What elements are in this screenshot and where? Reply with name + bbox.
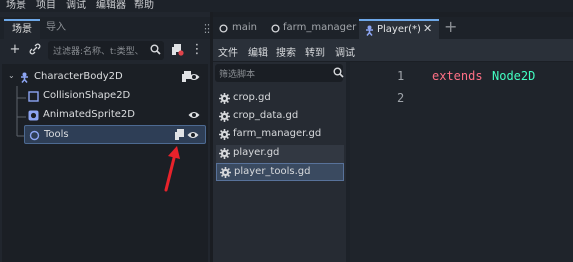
gear-icon: [219, 111, 230, 122]
menu-project[interactable]: 项目: [36, 0, 56, 11]
attach-script-icon[interactable]: [170, 43, 184, 57]
menu-scene[interactable]: 场景: [6, 0, 26, 11]
tree-row-animatedsprite2d[interactable]: AnimatedSprite2D: [6, 106, 206, 125]
tab-main[interactable]: main: [219, 19, 267, 39]
script-menu-goto[interactable]: 转到: [305, 44, 325, 59]
script-item-label: crop_data.gd: [233, 110, 299, 121]
collision-shape-icon: [28, 91, 39, 102]
script-item-player[interactable]: player.gd: [216, 145, 344, 163]
character-body-icon: [21, 72, 28, 83]
tab-import[interactable]: 导入: [38, 19, 74, 39]
tree-label: CollisionShape2D: [43, 90, 131, 101]
tab-farm-manager[interactable]: farm_manager: [271, 19, 357, 39]
search-icon: [333, 67, 344, 81]
link-icon[interactable]: [28, 43, 42, 57]
animated-sprite-icon: [28, 110, 39, 121]
menu-debug[interactable]: 调试: [66, 0, 86, 11]
annotation-arrow-icon: [164, 146, 180, 192]
tab-label: main: [232, 22, 257, 33]
close-tab-icon[interactable]: ✕: [423, 20, 432, 38]
gear-icon: [219, 148, 230, 159]
menu-bar: 场景 项目 调试 编辑器 帮助: [0, 0, 573, 12]
tab-label: Player(*): [377, 24, 421, 35]
visibility-eye-icon[interactable]: [188, 71, 200, 83]
script-item-label: crop.gd: [233, 92, 271, 103]
node2d-icon: [29, 130, 40, 141]
script-item-player-tools[interactable]: player_tools.gd: [216, 163, 344, 181]
code-keyword: extends: [432, 69, 483, 83]
script-filter-placeholder: 筛选脚本: [219, 70, 256, 80]
gear-icon: [219, 93, 230, 104]
script-menu-file[interactable]: 文件: [218, 44, 238, 59]
add-node-icon[interactable]: +: [8, 43, 22, 57]
tree-label: Tools: [44, 129, 69, 140]
tree-row-collisionshape2d[interactable]: CollisionShape2D: [6, 87, 206, 106]
gear-icon: [220, 167, 231, 178]
tab-overflow-icon[interactable]: ⋮: [203, 22, 214, 35]
gear-icon: [219, 129, 230, 140]
line-number: 2: [397, 91, 405, 105]
scene-tree: ⌄ CharacterBody2D CollisionShape2D Anima…: [2, 64, 208, 262]
add-tab-icon[interactable]: +: [444, 17, 457, 36]
script-item-label: farm_manager.gd: [233, 128, 322, 139]
script-menu-search[interactable]: 搜索: [276, 44, 296, 59]
tab-label: farm_manager: [283, 22, 357, 33]
more-icon[interactable]: ⋮: [190, 43, 204, 57]
character-body-icon: [366, 25, 373, 36]
visibility-eye-icon[interactable]: [187, 129, 199, 141]
line-number: 1: [397, 69, 405, 83]
script-icon[interactable]: [175, 129, 185, 141]
script-item-crop-data[interactable]: crop_data.gd: [216, 108, 344, 126]
tree-label: AnimatedSprite2D: [43, 109, 135, 120]
script-item-label: player_tools.gd: [234, 166, 311, 177]
tab-player[interactable]: Player(*) ✕: [359, 19, 439, 39]
script-menu-debug[interactable]: 调试: [335, 44, 355, 59]
menu-editor[interactable]: 编辑器: [96, 0, 126, 11]
code-editor[interactable]: [350, 62, 573, 262]
script-item-label: player.gd: [233, 147, 280, 158]
script-item-farm-manager[interactable]: farm_manager.gd: [216, 126, 344, 144]
search-icon: [148, 44, 162, 58]
scene-filter-placeholder: 过滤器:名称、t:类型、: [53, 47, 144, 57]
tree-label: CharacterBody2D: [34, 71, 123, 82]
tree-row-characterbody2d[interactable]: ⌄ CharacterBody2D: [6, 68, 206, 87]
visibility-eye-icon[interactable]: [188, 109, 200, 121]
tab-scene[interactable]: 场景: [4, 19, 40, 39]
collapse-arrow-icon[interactable]: ⌄: [8, 71, 15, 80]
menu-help[interactable]: 帮助: [134, 0, 154, 11]
scene-circle-icon: [219, 24, 228, 33]
script-item-crop[interactable]: crop.gd: [216, 90, 344, 108]
code-class-name: Node2D: [492, 69, 536, 83]
tree-row-tools[interactable]: Tools: [24, 125, 206, 144]
scene-circle-icon: [271, 24, 280, 33]
script-menu-edit[interactable]: 编辑: [248, 44, 268, 59]
